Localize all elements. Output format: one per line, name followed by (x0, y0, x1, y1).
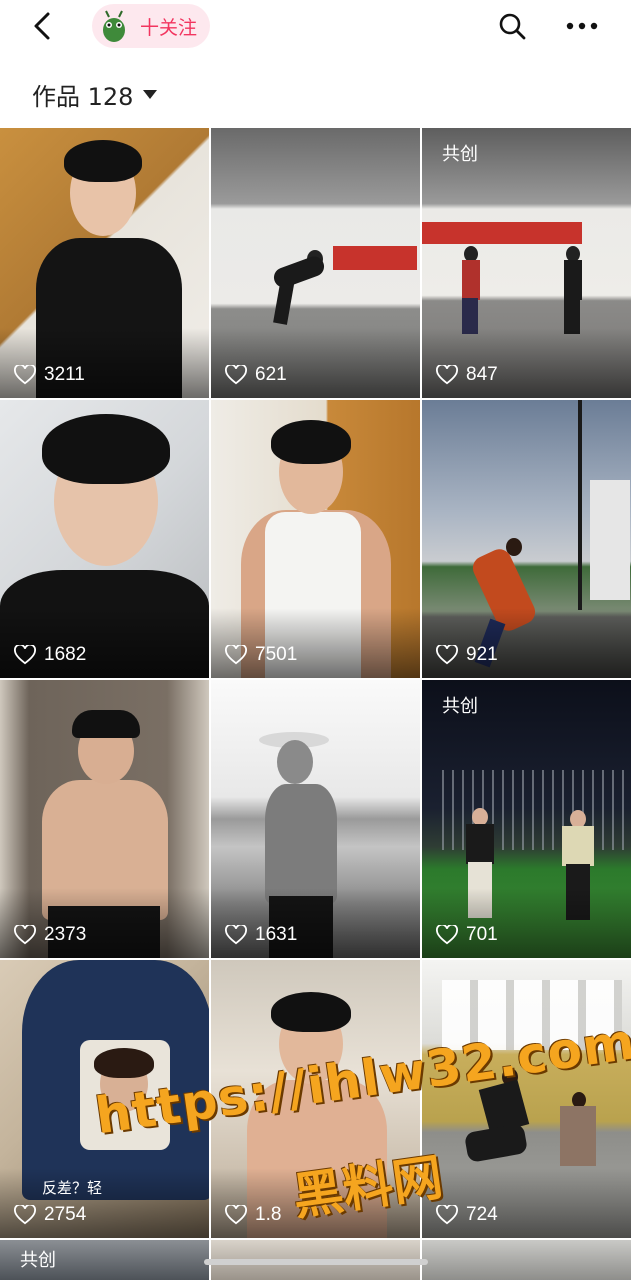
heart-icon (436, 645, 458, 665)
like-count-value: 621 (255, 364, 287, 385)
heart-icon (225, 1205, 247, 1225)
back-chevron-icon[interactable] (28, 10, 60, 42)
follow-button[interactable]: 十关注 (92, 4, 210, 48)
like-count-value: 3211 (44, 364, 85, 385)
like-count-value: 2754 (44, 1204, 87, 1225)
like-count: 3211 (14, 364, 85, 386)
video-tile[interactable]: 921 (422, 400, 631, 678)
heart-icon (436, 925, 458, 945)
like-count: 701 (436, 924, 498, 946)
video-tile[interactable]: 621 (211, 128, 420, 398)
like-count-value: 724 (466, 1204, 498, 1225)
collab-badge: 共创 (20, 1250, 56, 1271)
video-tile[interactable]: 共创 (0, 1240, 209, 1280)
heart-icon (14, 645, 36, 665)
like-count-value: 7501 (255, 644, 298, 665)
more-options-icon[interactable] (562, 10, 602, 42)
heart-icon (225, 645, 247, 665)
like-count: 921 (436, 644, 498, 666)
collab-badge: 共创 (442, 696, 478, 717)
like-count-value: 921 (466, 644, 498, 665)
like-count-value: 701 (466, 924, 498, 945)
follow-label: 十关注 (140, 16, 198, 39)
like-count-value: 1682 (44, 644, 87, 665)
like-count: 2754 (14, 1204, 86, 1226)
video-tile[interactable]: 1631 (211, 680, 420, 958)
search-icon[interactable] (496, 10, 528, 42)
like-count-value: 847 (466, 364, 498, 385)
like-count: 1631 (225, 924, 297, 946)
like-count: 1.8 (225, 1204, 281, 1226)
like-count-value: 1.8 (255, 1204, 282, 1225)
video-tile[interactable]: 3211 (0, 128, 209, 398)
avatar (96, 8, 132, 44)
heart-icon (14, 925, 36, 945)
like-count: 621 (225, 364, 287, 386)
video-tile[interactable]: 共创 701 (422, 680, 631, 958)
video-tile[interactable]: 1682 (0, 400, 209, 678)
video-tile[interactable]: 共创 847 (422, 128, 631, 398)
like-count-value: 1631 (255, 924, 298, 945)
collab-badge: 共创 (442, 144, 478, 165)
like-count: 2373 (14, 924, 86, 946)
works-count-label: 作品 128 (32, 82, 134, 111)
like-count-value: 2373 (44, 924, 87, 945)
heart-icon (14, 1205, 36, 1225)
heart-icon (225, 925, 247, 945)
like-count: 1682 (14, 644, 86, 666)
heart-icon (225, 365, 247, 385)
caret-down-icon (143, 89, 158, 99)
like-count: 7501 (225, 644, 297, 666)
like-count: 847 (436, 364, 498, 386)
heart-icon (436, 365, 458, 385)
works-dropdown[interactable]: 作品 128 (32, 76, 158, 112)
video-tile[interactable]: 2373 (0, 680, 209, 958)
video-tile[interactable]: 724 (422, 960, 631, 1238)
video-tile[interactable]: 7501 (211, 400, 420, 678)
top-bar: 十关注 (0, 0, 631, 56)
heart-icon (14, 365, 36, 385)
video-tile[interactable] (422, 1240, 631, 1280)
video-caption: 反差？轻 (42, 1179, 103, 1197)
home-indicator[interactable] (204, 1259, 428, 1265)
